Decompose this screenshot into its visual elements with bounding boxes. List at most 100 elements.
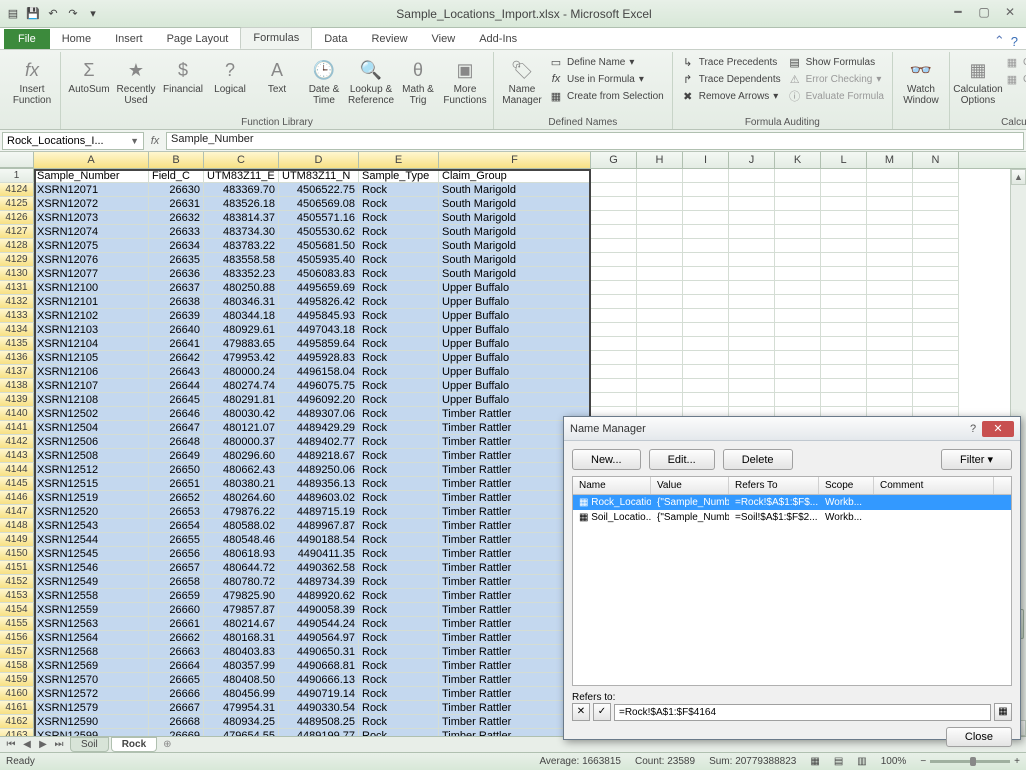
cell[interactable] — [913, 225, 959, 239]
cell[interactable]: 26638 — [149, 295, 204, 309]
cell[interactable] — [821, 183, 867, 197]
cell[interactable]: XSRN12504 — [34, 421, 149, 435]
cell[interactable] — [775, 253, 821, 267]
cell[interactable]: Rock — [359, 673, 439, 687]
cell[interactable]: Rock — [359, 323, 439, 337]
cell[interactable]: 26653 — [149, 505, 204, 519]
cell[interactable]: 479857.87 — [204, 603, 279, 617]
cell[interactable] — [591, 197, 637, 211]
cell[interactable]: 480929.61 — [204, 323, 279, 337]
cell[interactable]: XSRN12568 — [34, 645, 149, 659]
cell[interactable] — [591, 393, 637, 407]
row-header[interactable]: 4136 — [0, 351, 34, 365]
cell[interactable] — [775, 379, 821, 393]
cell[interactable] — [775, 295, 821, 309]
cell[interactable] — [775, 323, 821, 337]
cell[interactable] — [729, 309, 775, 323]
cell[interactable] — [729, 281, 775, 295]
cell[interactable] — [867, 281, 913, 295]
cell[interactable] — [591, 379, 637, 393]
cell[interactable]: Rock — [359, 281, 439, 295]
cell[interactable]: Upper Buffalo — [439, 295, 591, 309]
cell[interactable]: 480644.72 — [204, 561, 279, 575]
cell[interactable]: 26661 — [149, 617, 204, 631]
col-header-F[interactable]: F — [439, 152, 591, 168]
header-cell[interactable]: Field_C — [149, 169, 204, 183]
view-layout-icon[interactable]: ▤ — [834, 756, 843, 767]
cell[interactable]: South Marigold — [439, 267, 591, 281]
cell[interactable] — [591, 267, 637, 281]
col-header-J[interactable]: J — [729, 152, 775, 168]
cell[interactable] — [913, 267, 959, 281]
excel-icon[interactable]: ▤ — [4, 5, 22, 23]
cell[interactable]: XSRN12572 — [34, 687, 149, 701]
cell[interactable]: Rock — [359, 603, 439, 617]
cell[interactable]: Rock — [359, 267, 439, 281]
cell[interactable]: Upper Buffalo — [439, 281, 591, 295]
cell[interactable] — [821, 379, 867, 393]
cell[interactable]: 26643 — [149, 365, 204, 379]
sheet-nav-first-icon[interactable]: ⏮ — [4, 739, 18, 750]
cell[interactable]: XSRN12107 — [34, 379, 149, 393]
cell[interactable]: 4489429.29 — [279, 421, 359, 435]
cell[interactable] — [775, 197, 821, 211]
cell[interactable]: 4490188.54 — [279, 533, 359, 547]
cell[interactable]: 4489402.77 — [279, 435, 359, 449]
cell[interactable]: 480250.88 — [204, 281, 279, 295]
row-header[interactable]: 4134 — [0, 323, 34, 337]
cell[interactable]: 4490668.81 — [279, 659, 359, 673]
cell[interactable]: 4490666.13 — [279, 673, 359, 687]
cell[interactable]: 4505935.40 — [279, 253, 359, 267]
cell[interactable]: 480618.93 — [204, 547, 279, 561]
cell[interactable] — [683, 281, 729, 295]
cell[interactable] — [729, 183, 775, 197]
cell[interactable]: XSRN12564 — [34, 631, 149, 645]
nm-new-button[interactable]: New... — [572, 449, 641, 470]
cell[interactable] — [637, 281, 683, 295]
define-name-button[interactable]: ▭Define Name ▾ — [547, 54, 666, 70]
cell[interactable]: South Marigold — [439, 253, 591, 267]
cell[interactable]: XSRN12590 — [34, 715, 149, 729]
row-header[interactable]: 4140 — [0, 407, 34, 421]
cell[interactable]: 4490719.14 — [279, 687, 359, 701]
cell[interactable]: XSRN12563 — [34, 617, 149, 631]
cell[interactable] — [591, 309, 637, 323]
cell[interactable] — [775, 267, 821, 281]
cell[interactable]: 480000.24 — [204, 365, 279, 379]
cell[interactable] — [775, 393, 821, 407]
cell[interactable]: Rock — [359, 253, 439, 267]
cell[interactable] — [637, 393, 683, 407]
more-functions-button[interactable]: ▣More Functions — [443, 54, 487, 117]
cell[interactable]: XSRN12071 — [34, 183, 149, 197]
cell[interactable]: Rock — [359, 239, 439, 253]
sheet-nav-prev-icon[interactable]: ◀ — [20, 739, 34, 750]
cell[interactable]: Rock — [359, 659, 439, 673]
nm-col-scope[interactable]: Scope — [819, 477, 874, 494]
cell[interactable] — [913, 197, 959, 211]
cell[interactable]: 480346.31 — [204, 295, 279, 309]
cell[interactable]: 26667 — [149, 701, 204, 715]
row-header[interactable]: 4130 — [0, 267, 34, 281]
nm-refers-cancel-icon[interactable]: ✕ — [572, 703, 590, 721]
cell[interactable]: Rock — [359, 407, 439, 421]
cell[interactable] — [683, 309, 729, 323]
header-cell[interactable]: UTM83Z11_N — [279, 169, 359, 183]
cell[interactable] — [867, 239, 913, 253]
nm-refers-input[interactable] — [614, 704, 991, 721]
cell[interactable]: 480264.60 — [204, 491, 279, 505]
cell[interactable]: Rock — [359, 211, 439, 225]
minimize-button[interactable]: ━ — [946, 5, 970, 23]
cell[interactable]: XSRN12508 — [34, 449, 149, 463]
view-pagebreak-icon[interactable]: ▥ — [857, 756, 866, 767]
restore-button[interactable]: ▢ — [972, 5, 996, 23]
cell[interactable]: XSRN12543 — [34, 519, 149, 533]
cell[interactable] — [913, 351, 959, 365]
cell[interactable] — [591, 323, 637, 337]
cell[interactable]: 483734.30 — [204, 225, 279, 239]
cell[interactable]: 26647 — [149, 421, 204, 435]
cell[interactable] — [821, 393, 867, 407]
cell[interactable] — [591, 295, 637, 309]
nm-col-comment[interactable]: Comment — [874, 477, 994, 494]
col-header-H[interactable]: H — [637, 152, 683, 168]
cell[interactable]: Rock — [359, 393, 439, 407]
